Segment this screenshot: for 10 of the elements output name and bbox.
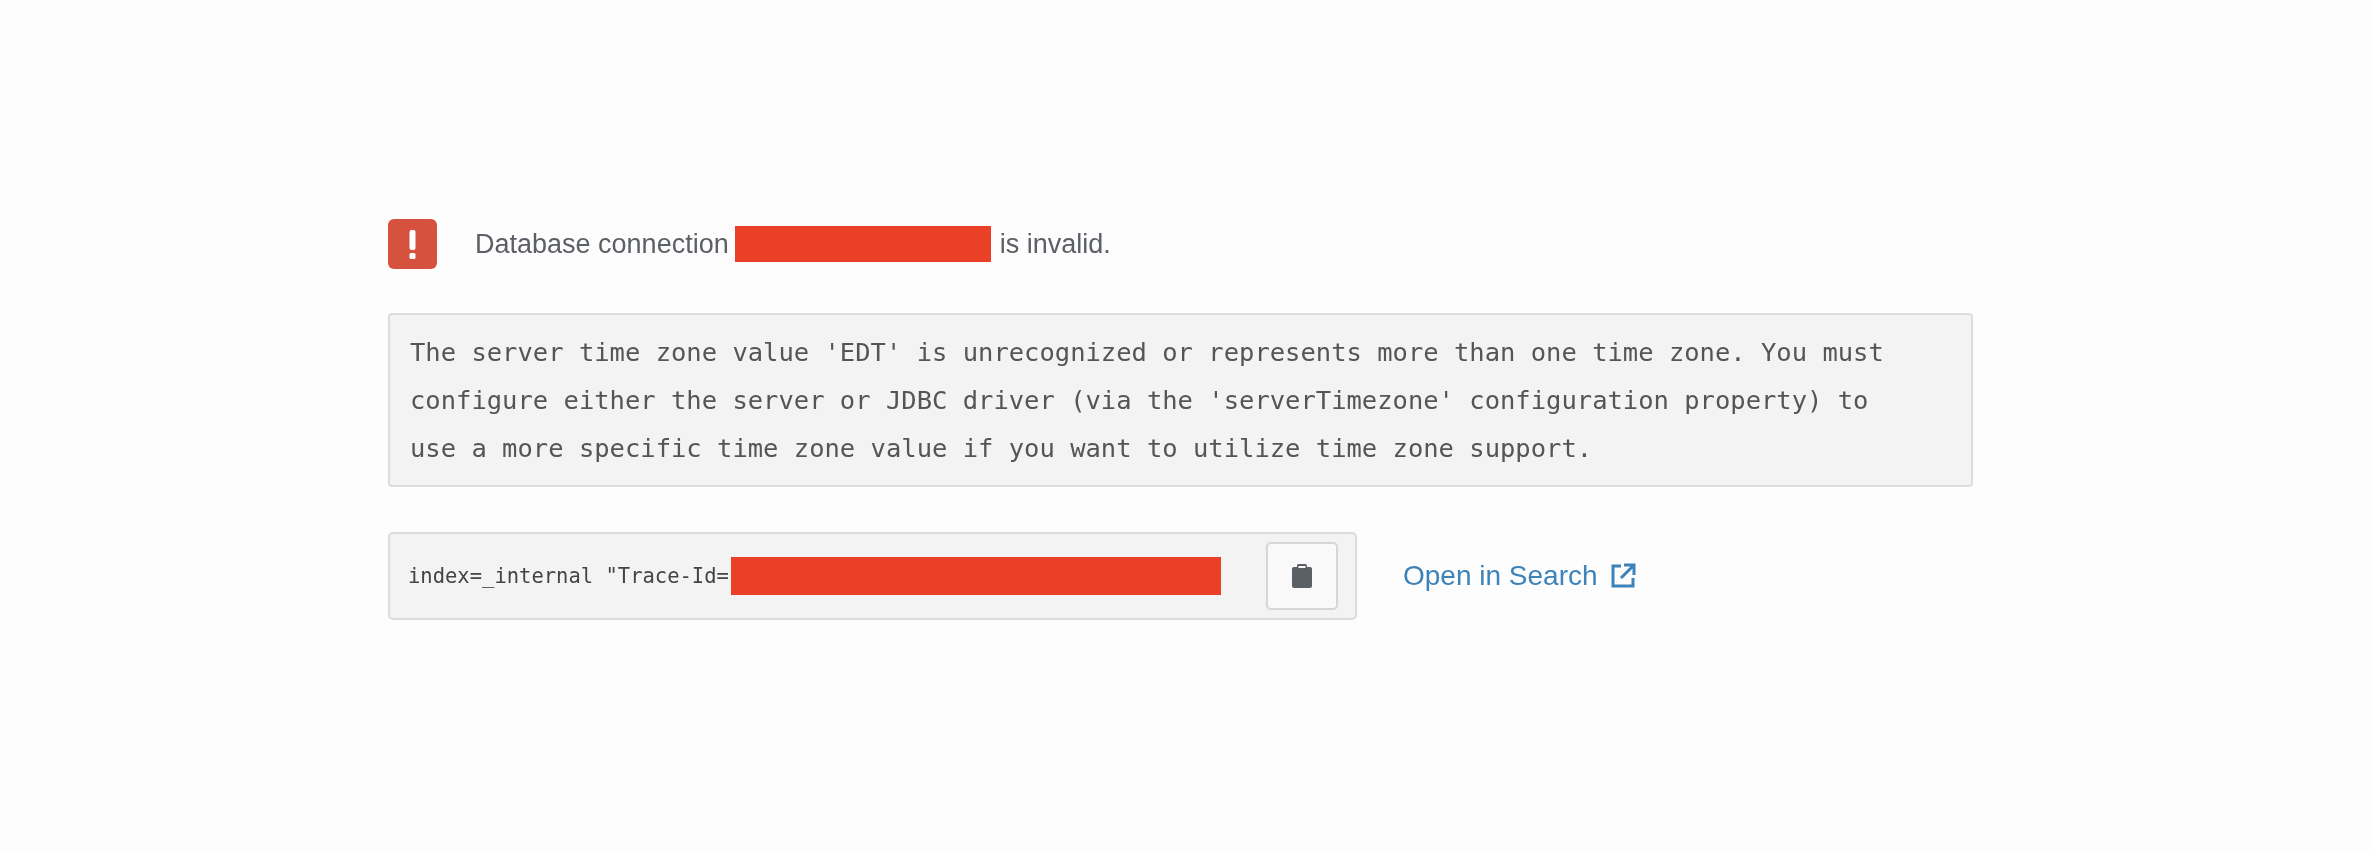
copy-button[interactable] xyxy=(1266,542,1338,610)
query-text: index=_internal "Trace-Id= xyxy=(408,562,729,590)
error-message: is invalid. xyxy=(999,227,1111,261)
open-in-search-link[interactable]: Open in Search xyxy=(1403,555,1636,597)
error-message: Database connection xyxy=(475,227,729,261)
external-link-icon xyxy=(1609,563,1636,589)
error-details: The server time zone value 'EDT' is unrecognized or represents more than one time zone. You must configure either the server or JDBC driver (via the 'serverTimezone' configuration property) to use a more specific time zone value if you want to utilize time zone support. xyxy=(410,336,1885,465)
query-field[interactable]: index=_internal "Trace-Id= xyxy=(388,532,1357,620)
error-icon xyxy=(388,219,437,269)
clipboard-icon xyxy=(1292,564,1312,588)
